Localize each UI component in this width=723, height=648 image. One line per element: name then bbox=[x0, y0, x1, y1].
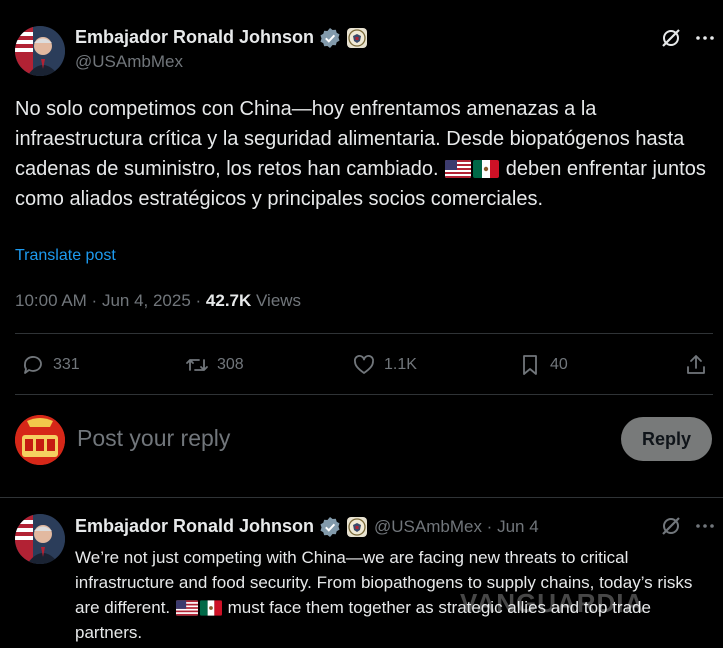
grok-icon[interactable] bbox=[659, 514, 683, 538]
post-text: No solo competimos con China—hoy enfrent… bbox=[15, 94, 715, 214]
us-flag-icon bbox=[175, 600, 198, 616]
grok-icon[interactable] bbox=[659, 26, 683, 50]
like-count: 1.1K bbox=[384, 356, 417, 373]
author-handle[interactable]: @USAmbMex bbox=[374, 517, 482, 536]
seal-icon bbox=[347, 28, 367, 48]
like-action[interactable]: 1.1K bbox=[352, 351, 417, 379]
reply-count: 331 bbox=[53, 356, 80, 373]
bookmark-action[interactable]: 40 bbox=[518, 351, 568, 379]
share-icon[interactable] bbox=[684, 353, 708, 377]
translate-post-link[interactable]: Translate post bbox=[15, 247, 116, 265]
divider bbox=[15, 333, 713, 334]
repost-count: 308 bbox=[217, 356, 244, 373]
mexico-flag-icon bbox=[473, 160, 500, 178]
divider bbox=[0, 497, 723, 498]
like-icon bbox=[354, 355, 374, 374]
post-meta: 10:00 AM · Jun 4, 2025 · 42.7K Views bbox=[15, 291, 302, 310]
author-handle-and-date: @USAmbMex · Jun 4 bbox=[374, 517, 539, 536]
author-handle[interactable]: @USAmbMex bbox=[75, 52, 183, 72]
repost-icon bbox=[186, 359, 208, 371]
reply-icon bbox=[23, 356, 42, 374]
seal-icon bbox=[347, 517, 367, 537]
post-time[interactable]: 10:00 AM bbox=[15, 291, 87, 310]
more-icon[interactable] bbox=[693, 514, 717, 538]
us-flag-icon bbox=[445, 160, 472, 178]
post-date[interactable]: Jun 4, 2025 bbox=[102, 291, 191, 310]
author-name[interactable]: Embajador Ronald Johnson bbox=[75, 516, 314, 537]
reply-input[interactable]: Post your reply bbox=[77, 425, 230, 452]
author-name[interactable]: Embajador Ronald Johnson bbox=[75, 27, 314, 48]
bookmark-count: 40 bbox=[550, 356, 568, 373]
watermark-text: VANGUARDIA bbox=[460, 588, 645, 618]
mexico-flag-icon bbox=[199, 600, 222, 616]
bookmark-icon bbox=[523, 355, 537, 375]
verified-badge-icon bbox=[319, 27, 341, 49]
author-avatar[interactable] bbox=[15, 26, 65, 76]
more-icon[interactable] bbox=[693, 26, 717, 50]
views-label: Views bbox=[256, 291, 302, 310]
verified-badge-icon bbox=[319, 516, 341, 538]
author-avatar[interactable] bbox=[15, 514, 65, 564]
divider bbox=[15, 394, 713, 395]
reply-action[interactable]: 331 bbox=[21, 351, 80, 379]
user-avatar[interactable] bbox=[15, 415, 65, 465]
views-count: 42.7K bbox=[205, 291, 252, 310]
reply-button[interactable]: Reply bbox=[621, 417, 712, 461]
repost-action[interactable]: 308 bbox=[185, 351, 244, 379]
post-date[interactable]: Jun 4 bbox=[497, 517, 539, 536]
